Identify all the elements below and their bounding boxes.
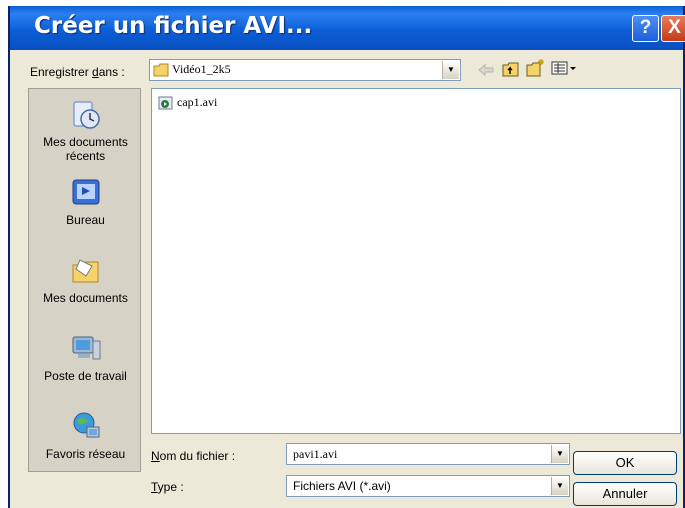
ok-button[interactable]: OK [573,451,677,475]
filename-label: Nom du fichier : [151,449,236,463]
help-button[interactable]: ? [632,15,659,42]
filetype-label: Type : [151,480,184,494]
save-in-dropdown[interactable]: Vidéo1_2k5 ▼ [149,59,461,81]
file-name: cap1.avi [177,95,218,109]
place-label: Mes documents [43,291,128,305]
up-folder-icon[interactable] [502,61,520,77]
place-label: Mes documents récents [43,135,128,163]
avi-file-icon [158,96,173,110]
file-list[interactable]: cap1.avi [151,88,681,434]
folder-icon [153,63,169,77]
my-documents-icon [72,259,98,283]
save-dialog: Créer un fichier AVI... ? X Enregistrer … [8,6,685,508]
save-in-value: Vidéo1_2k5 [172,62,231,76]
close-button[interactable]: X [661,15,685,42]
place-desktop[interactable]: Bureau [29,177,142,227]
cancel-button[interactable]: Annuler [573,482,677,506]
new-folder-icon[interactable] [526,58,546,77]
place-label: Poste de travail [44,369,127,383]
views-menu-icon[interactable] [551,61,577,75]
chevron-down-icon[interactable]: ▼ [442,61,459,79]
chevron-down-icon[interactable]: ▼ [551,477,568,495]
place-label: Bureau [66,213,105,227]
desktop-icon [72,179,99,205]
filename-input[interactable]: pavi1.avi ▼ [286,443,570,465]
chevron-down-icon[interactable]: ▼ [551,445,568,463]
my-computer-icon [72,336,100,360]
list-item[interactable]: cap1.avi [158,95,217,111]
place-recent-documents[interactable]: Mes documents récents [29,99,142,163]
place-my-computer[interactable]: Poste de travail [29,333,142,383]
places-bar: Mes documents récents Bureau Mes documen… [28,88,141,472]
network-places-icon [73,412,99,438]
place-label: Favoris réseau [45,447,126,461]
place-my-documents[interactable]: Mes documents [29,255,142,305]
back-icon[interactable] [477,63,495,77]
filename-value: pavi1.avi [293,447,338,461]
place-network[interactable]: Favoris réseau [29,411,142,461]
filetype-dropdown[interactable]: Fichiers AVI (*.avi) ▼ [286,475,570,497]
save-in-label: Enregistrer dans : [30,65,125,79]
dialog-title: Créer un fichier AVI... [34,13,313,39]
filetype-value: Fichiers AVI (*.avi) [293,479,391,493]
recent-documents-icon [73,101,100,129]
title-bar[interactable]: Créer un fichier AVI... ? X [10,6,685,50]
